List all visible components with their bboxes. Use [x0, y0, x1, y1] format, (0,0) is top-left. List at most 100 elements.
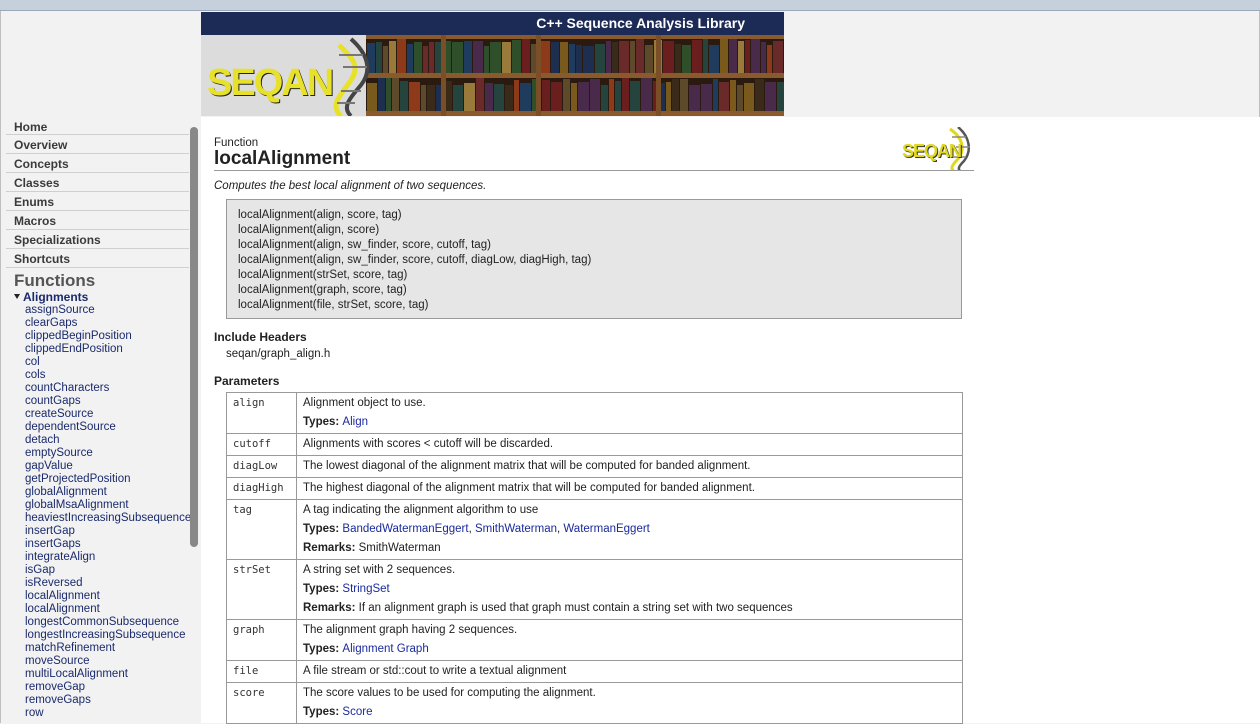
- function-link[interactable]: globalAlignment: [6, 486, 201, 499]
- book-spine: [522, 39, 530, 73]
- book-spine: [767, 45, 772, 73]
- function-link[interactable]: row: [6, 707, 201, 720]
- book-spine: [666, 82, 671, 111]
- sidebar-item-shortcuts[interactable]: Shortcuts: [6, 249, 189, 268]
- book-spine: [675, 44, 681, 73]
- book-spine: [645, 45, 653, 73]
- function-link[interactable]: assignSource: [6, 304, 201, 317]
- function-link[interactable]: globalMsaAlignment: [6, 499, 201, 512]
- function-link[interactable]: heaviestIncreasingSubsequence: [6, 512, 201, 525]
- book-spine: [672, 79, 679, 111]
- book-spine: [376, 42, 382, 73]
- parameter-row: cutoff Alignments with scores < cutoff wi…: [226, 433, 963, 456]
- function-link[interactable]: isGap: [6, 564, 201, 577]
- type-link[interactable]: Align: [342, 416, 368, 428]
- function-link[interactable]: getProjectedPosition: [6, 473, 201, 486]
- sidebar-item-enums[interactable]: Enums: [6, 192, 189, 211]
- sidebar-scrollbar[interactable]: [190, 127, 198, 547]
- type-link[interactable]: Score: [342, 706, 372, 718]
- function-link[interactable]: detach: [6, 434, 201, 447]
- function-link[interactable]: multiLocalAlignment: [6, 668, 201, 681]
- parameter-name: score: [226, 682, 297, 724]
- signature-line: localAlignment(align, score, tag): [238, 209, 402, 221]
- type-link[interactable]: WatermanEggert: [563, 523, 650, 535]
- parameter-remarks: Remarks: If an alignment graph is used t…: [303, 602, 793, 614]
- function-link[interactable]: localAlignment: [6, 590, 201, 603]
- seqan-mini-logo: SEQAN: [900, 126, 972, 173]
- sidebar-group-alignments[interactable]: Alignments: [6, 291, 201, 304]
- book-spine: [630, 41, 635, 73]
- page-title: localAlignment: [214, 148, 351, 169]
- function-link[interactable]: countGaps: [6, 395, 201, 408]
- book-spine: [601, 85, 608, 111]
- book-spine: [445, 81, 452, 111]
- function-link[interactable]: clippedBeginPosition: [6, 330, 201, 343]
- book-spine: [563, 79, 570, 111]
- function-link[interactable]: matchRefinement: [6, 642, 201, 655]
- parameter-description: The highest diagonal of the alignment ma…: [296, 477, 963, 500]
- sidebar-item-home[interactable]: Home: [6, 117, 189, 135]
- parameter-name: strSet: [226, 559, 297, 620]
- book-spine: [383, 46, 388, 73]
- book-spine: [703, 39, 708, 73]
- type-link[interactable]: Alignment Graph: [342, 643, 428, 655]
- function-link[interactable]: insertGaps: [6, 538, 201, 551]
- signature-line: localAlignment(align, sw_finder, score, …: [238, 254, 592, 266]
- function-link[interactable]: moveSource: [6, 655, 201, 668]
- book-spine: [720, 39, 728, 73]
- function-link[interactable]: longestIncreasingSubsequence: [6, 629, 201, 642]
- sidebar-item-macros[interactable]: Macros: [6, 211, 189, 230]
- function-link[interactable]: longestCommonSubsequence: [6, 616, 201, 629]
- book-spine: [421, 85, 426, 111]
- function-link[interactable]: removeGap: [6, 681, 201, 694]
- function-link[interactable]: col: [6, 356, 201, 369]
- sidebar-item-concepts[interactable]: Concepts: [6, 154, 189, 173]
- sidebar-item-overview[interactable]: Overview: [6, 135, 189, 154]
- function-link[interactable]: emptySource: [6, 447, 201, 460]
- function-link[interactable]: cols: [6, 369, 201, 382]
- book-spine: [663, 41, 674, 73]
- function-link[interactable]: localAlignment: [6, 603, 201, 616]
- main-content: Function localAlignment SEQAN Computes t…: [201, 117, 1260, 724]
- function-link[interactable]: insertGap: [6, 525, 201, 538]
- sidebar-item-specializations[interactable]: Specializations: [6, 230, 189, 249]
- function-link[interactable]: isReversed: [6, 577, 201, 590]
- book-spine: [744, 83, 754, 111]
- book-spine: [606, 41, 611, 73]
- parameter-desc-text: The lowest diagonal of the alignment mat…: [303, 460, 751, 472]
- types-label: Types:: [303, 523, 343, 535]
- parameter-name: diagLow: [226, 455, 297, 478]
- book-spine: [765, 82, 776, 111]
- function-link[interactable]: clippedEndPosition: [6, 343, 201, 356]
- function-link[interactable]: clearGaps: [6, 317, 201, 330]
- type-link[interactable]: SmithWaterman: [475, 523, 557, 535]
- parameter-name: tag: [226, 499, 297, 560]
- book-spine: [560, 42, 568, 73]
- function-link[interactable]: integrateAlign: [6, 551, 201, 564]
- function-link[interactable]: countCharacters: [6, 382, 201, 395]
- function-summary: Computes the best local alignment of two…: [214, 180, 487, 192]
- sidebar-item-classes[interactable]: Classes: [6, 173, 189, 192]
- parameter-row: tag A tag indicating the alignment algori…: [226, 499, 963, 560]
- function-link[interactable]: dependentSource: [6, 421, 201, 434]
- type-link[interactable]: BandedWatermanEggert: [342, 523, 468, 535]
- book-spine: [609, 79, 614, 111]
- parameter-types: Types: BandedWatermanEggert, SmithWaterm…: [303, 523, 650, 535]
- function-link[interactable]: gapValue: [6, 460, 201, 473]
- function-link[interactable]: removeGaps: [6, 694, 201, 707]
- book-spine: [689, 85, 700, 111]
- site-banner: C++ Sequence Analysis Library SEQAN: [201, 12, 784, 116]
- book-spine: [386, 78, 391, 111]
- book-spine: [485, 83, 493, 111]
- parameter-desc-text: Alignments with scores < cutoff will be …: [303, 438, 554, 450]
- type-link[interactable]: StringSet: [342, 583, 389, 595]
- function-link[interactable]: createSource: [6, 408, 201, 421]
- signature-line: localAlignment(strSet, score, tag): [238, 269, 408, 281]
- remarks-label: Remarks:: [303, 542, 359, 554]
- book-spine: [435, 42, 441, 73]
- sidebar-section-title: Functions: [14, 271, 96, 290]
- parameter-desc-text: A tag indicating the alignment algorithm…: [303, 504, 539, 516]
- book-spine: [755, 79, 764, 111]
- book-spine: [378, 78, 385, 111]
- sidebar-nav: Home Overview Concepts Classes Enums Macros Sp…: [6, 117, 201, 268]
